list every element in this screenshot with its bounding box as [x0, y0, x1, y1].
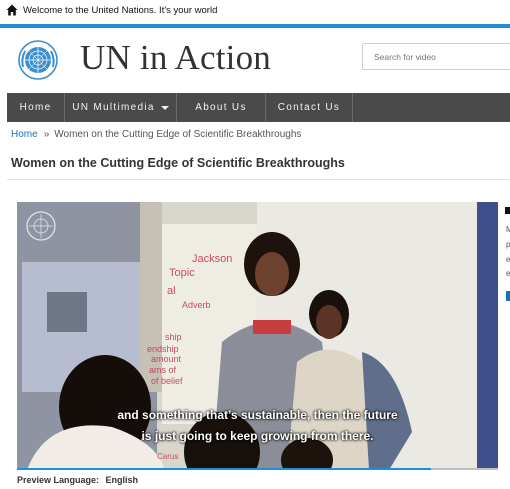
side-panel-edge: M p e e: [503, 205, 510, 305]
side-panel-accent: [506, 291, 510, 301]
nav-contact-us-label: Contact Us: [277, 102, 341, 113]
video-caption-line-1: and something that’s sustainable, then t…: [117, 408, 398, 422]
video-caption-line-2: is just going to keep growing from there…: [141, 429, 374, 443]
nav-un-multimedia[interactable]: UN Multimedia: [65, 93, 177, 122]
preview-language-value: English: [105, 475, 139, 485]
nav-about-us[interactable]: About Us: [177, 93, 266, 122]
board-word-3: al: [167, 285, 176, 297]
preview-language-label: Preview Language:: [17, 475, 100, 485]
page-title: Women on the Cutting Edge of Scientific …: [11, 156, 345, 170]
board-word-10: Carus: [157, 452, 178, 461]
chevron-down-icon: [160, 105, 169, 110]
side-panel-marker: [505, 207, 510, 214]
breadcrumb-current: Women on the Cutting Edge of Scientific …: [54, 129, 302, 140]
board-word-2: Topic: [169, 267, 195, 279]
un-emblem-logo[interactable]: [17, 39, 59, 81]
site-title[interactable]: UN in Action: [80, 38, 271, 78]
video-player[interactable]: Jackson Topic al Adverb ship endship amo…: [17, 202, 498, 470]
side-letter-2: p: [506, 240, 510, 249]
video-progress-bar[interactable]: [17, 468, 498, 470]
side-letter-4: e: [506, 269, 510, 278]
breadcrumb: Home » Women on the Cutting Edge of Scie…: [11, 129, 301, 140]
top-bar: Welcome to the United Nations. It's your…: [0, 0, 510, 24]
side-letter-3: e: [506, 255, 510, 264]
video-progress-fill: [17, 468, 431, 470]
breadcrumb-separator: »: [43, 129, 50, 140]
breadcrumb-home-link[interactable]: Home: [11, 129, 38, 140]
board-word-8: ams of: [149, 365, 177, 375]
board-word-4: Adverb: [182, 300, 211, 310]
board-word-1: Jackson: [192, 253, 232, 265]
board-word-6: endship: [147, 344, 179, 354]
welcome-text[interactable]: Welcome to the United Nations. It's your…: [23, 5, 217, 16]
top-accent-rule: [0, 24, 510, 28]
board-word-9: of belief: [151, 376, 183, 386]
side-letter-1: M: [506, 225, 510, 234]
main-nav: Home UN Multimedia About Us Contact Us: [7, 93, 510, 122]
nav-home[interactable]: Home: [7, 93, 65, 122]
nav-home-label: Home: [19, 102, 52, 113]
nav-about-us-label: About Us: [195, 102, 247, 113]
preview-language: Preview Language: English: [17, 475, 138, 485]
nav-contact-us[interactable]: Contact Us: [266, 93, 353, 122]
video-search-input[interactable]: [362, 43, 510, 70]
board-word-5: ship: [165, 332, 182, 342]
title-divider: [7, 179, 510, 180]
board-word-7: amount: [151, 354, 182, 364]
home-icon[interactable]: [6, 4, 18, 16]
nav-un-multimedia-label: UN Multimedia: [72, 102, 155, 113]
